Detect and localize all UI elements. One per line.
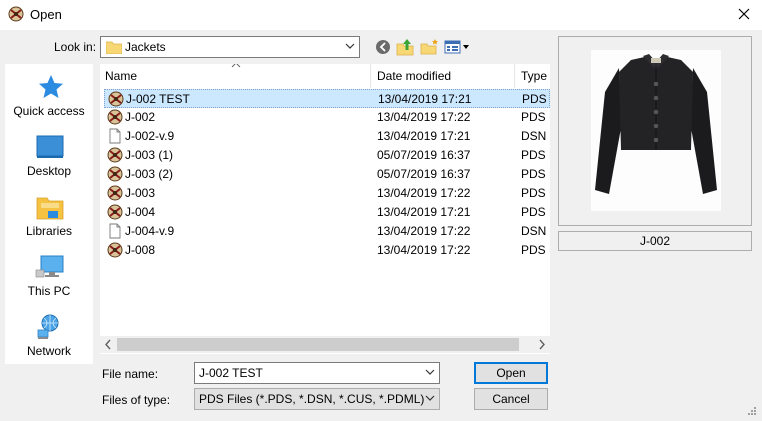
pds-file-icon xyxy=(107,166,123,182)
file-date-cell: 05/07/2019 16:37 xyxy=(377,167,471,181)
file-name-value: J-002 TEST xyxy=(199,366,263,380)
file-row[interactable]: J-004 13/04/2019 17:21 PDS F xyxy=(104,203,550,222)
file-name-cell: J-004-v.9 xyxy=(125,224,175,238)
file-type-cell: PDS F xyxy=(521,186,550,200)
file-type-select[interactable]: PDS Files (*.PDS, *.DSN, *.CUS, *.PDML) xyxy=(194,388,440,410)
pds-file-icon xyxy=(107,242,123,258)
file-type-cell: PDS F xyxy=(521,148,550,162)
place-libraries[interactable]: Libraries xyxy=(5,194,93,250)
file-date-cell: 13/04/2019 17:21 xyxy=(378,92,472,106)
column-header-type[interactable]: Type xyxy=(521,69,547,83)
scroll-right-icon[interactable] xyxy=(533,336,550,353)
file-date-cell: 05/07/2019 16:37 xyxy=(377,148,471,162)
place-label: Libraries xyxy=(25,224,73,238)
file-row[interactable]: J-003 13/04/2019 17:22 PDS F xyxy=(104,184,550,203)
place-network[interactable]: Network xyxy=(5,314,93,370)
folder-icon xyxy=(106,41,122,54)
file-row[interactable]: J-002 13/04/2019 17:22 PDS F xyxy=(104,108,550,127)
file-row[interactable]: J-004-v.9 13/04/2019 17:22 DSN I xyxy=(104,222,550,241)
back-icon[interactable] xyxy=(374,38,394,56)
file-type-cell: PDS F xyxy=(521,243,550,257)
place-label: Network xyxy=(26,344,71,358)
pds-file-icon xyxy=(107,185,123,201)
network-icon xyxy=(37,314,59,339)
file-type-value: PDS Files (*.PDS, *.DSN, *.CUS, *.PDML) xyxy=(199,392,425,406)
view-menu-icon[interactable] xyxy=(444,38,470,56)
column-divider[interactable] xyxy=(514,64,515,88)
document-icon xyxy=(109,223,121,239)
pds-file-icon xyxy=(107,147,123,163)
file-type-cell: DSN I xyxy=(521,224,550,238)
look-in-label: Look in: xyxy=(54,40,97,54)
libraries-icon xyxy=(36,197,64,220)
scrollbar-thumb[interactable] xyxy=(117,338,519,351)
file-row[interactable]: J-003 (2) 05/07/2019 16:37 PDS F xyxy=(104,165,550,184)
file-row[interactable]: J-003 (1) 05/07/2019 16:37 PDS F xyxy=(104,146,550,165)
pds-file-icon xyxy=(108,91,124,107)
close-icon[interactable] xyxy=(734,4,754,24)
file-name-cell: J-004 xyxy=(125,205,156,219)
resize-grip-icon[interactable] xyxy=(745,406,757,418)
new-folder-icon[interactable] xyxy=(420,38,440,56)
pds-file-icon xyxy=(107,109,123,125)
file-name-cell: J-003 xyxy=(125,186,156,200)
file-type-label: Files of type: xyxy=(102,393,171,407)
chevron-down-icon xyxy=(345,43,355,49)
star-icon xyxy=(39,75,63,98)
cancel-button[interactable]: Cancel xyxy=(474,388,548,410)
column-divider[interactable] xyxy=(370,64,371,88)
chevron-down-icon xyxy=(425,395,435,401)
places-bar: Quick access Desktop Libraries This PC N… xyxy=(5,64,93,364)
column-header-name[interactable]: Name xyxy=(105,69,137,83)
document-icon xyxy=(109,128,121,144)
chevron-down-icon[interactable] xyxy=(425,367,435,377)
file-name-label: File name: xyxy=(102,367,159,381)
file-type-cell: PDS F xyxy=(521,110,550,124)
file-type-cell: DSN I xyxy=(521,129,550,143)
file-name-cell: J-003 (1) xyxy=(125,148,174,162)
file-type-cell: PDS F xyxy=(522,92,550,106)
file-type-cell: PDS F xyxy=(521,167,550,181)
file-date-cell: 13/04/2019 17:22 xyxy=(377,243,471,257)
file-date-cell: 13/04/2019 17:22 xyxy=(377,186,471,200)
place-quick-access[interactable]: Quick access xyxy=(5,74,93,130)
window-title: Open xyxy=(30,7,62,22)
open-button[interactable]: Open xyxy=(474,362,548,384)
file-date-cell: 13/04/2019 17:21 xyxy=(377,129,471,143)
column-header-date[interactable]: Date modified xyxy=(377,69,451,83)
scroll-left-icon[interactable] xyxy=(100,336,117,353)
file-name-cell: J-002 xyxy=(125,110,156,124)
place-label: Quick access xyxy=(13,104,85,118)
pds-file-icon xyxy=(107,204,123,220)
look-in-value: Jackets xyxy=(125,40,166,54)
place-desktop[interactable]: Desktop xyxy=(5,134,93,190)
sort-ascending-icon xyxy=(231,64,241,68)
place-this-pc[interactable]: This PC xyxy=(5,254,93,310)
place-label: This PC xyxy=(27,284,71,298)
computer-icon xyxy=(35,255,64,278)
up-folder-icon[interactable] xyxy=(396,38,416,56)
desktop-icon xyxy=(36,135,64,158)
file-name-cell: J-003 (2) xyxy=(125,167,174,181)
pds-app-icon xyxy=(8,6,24,22)
file-date-cell: 13/04/2019 17:21 xyxy=(377,205,471,219)
file-list[interactable]: Name Date modified Type J-002 TEST 13/04/… xyxy=(100,64,550,354)
horizontal-scrollbar[interactable] xyxy=(100,336,550,353)
file-name-input[interactable]: J-002 TEST xyxy=(194,362,440,384)
preview-caption: J-002 xyxy=(558,231,752,251)
file-name-cell: J-008 xyxy=(125,243,156,257)
file-row[interactable]: J-008 13/04/2019 17:22 PDS F xyxy=(104,241,550,260)
file-date-cell: 13/04/2019 17:22 xyxy=(377,110,471,124)
place-label: Desktop xyxy=(26,164,72,178)
file-name-cell: J-002-v.9 xyxy=(125,129,175,143)
jacket-preview-image xyxy=(591,50,721,211)
preview-pane xyxy=(558,36,752,226)
look-in-dropdown[interactable]: Jackets xyxy=(100,36,360,58)
file-date-cell: 13/04/2019 17:22 xyxy=(377,224,471,238)
file-row[interactable]: J-002 TEST 13/04/2019 17:21 PDS F xyxy=(104,89,550,108)
file-type-cell: PDS F xyxy=(521,205,550,219)
file-name-cell: J-002 TEST xyxy=(126,92,190,106)
title-bar: Open xyxy=(0,0,762,30)
file-row[interactable]: J-002-v.9 13/04/2019 17:21 DSN I xyxy=(104,127,550,146)
